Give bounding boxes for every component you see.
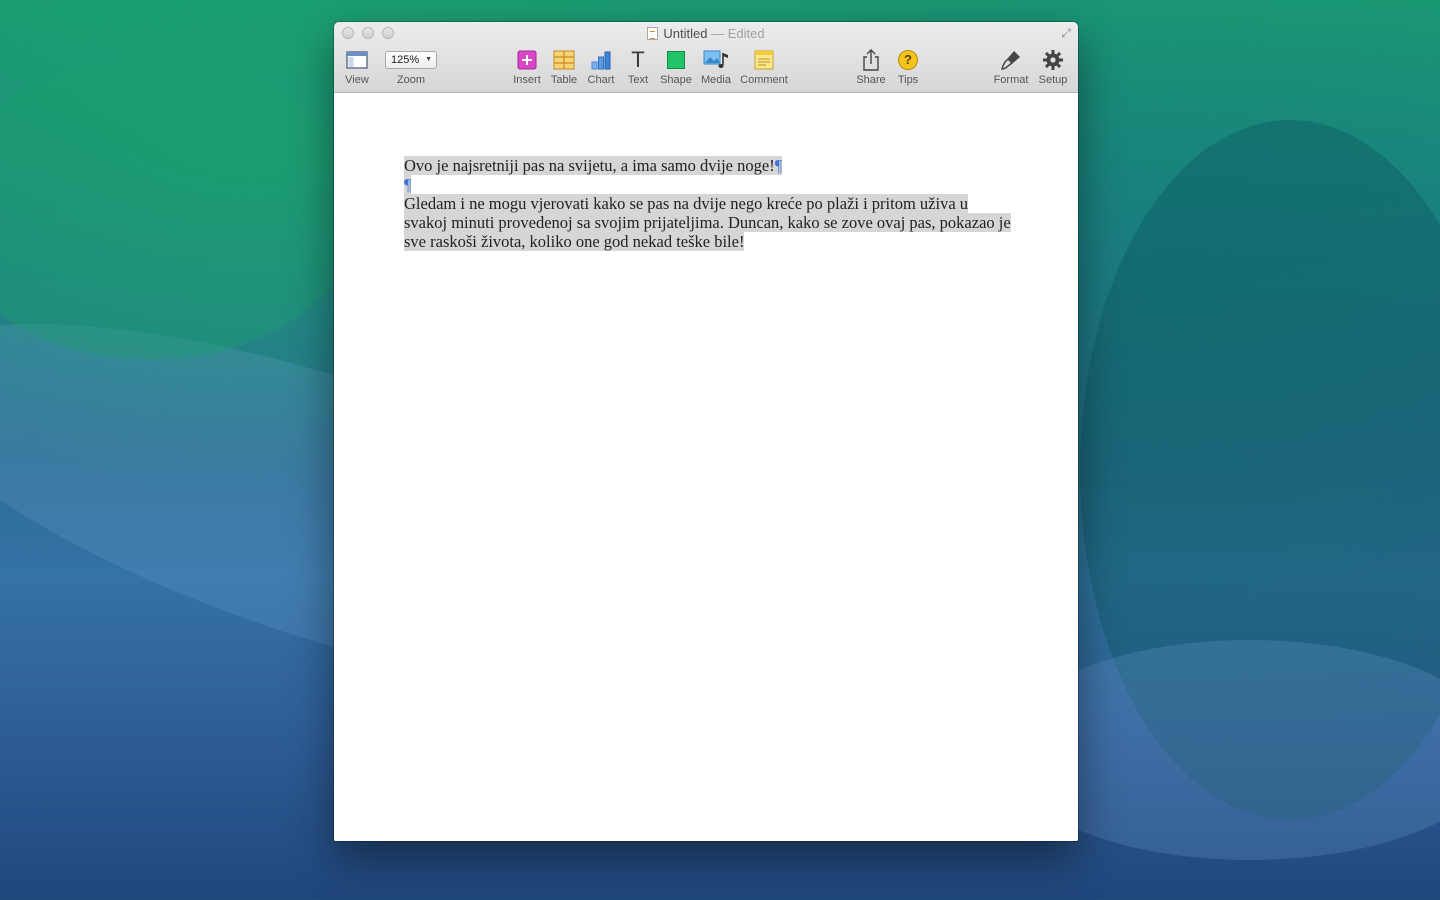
- share-label: Share: [856, 74, 886, 86]
- shape-button[interactable]: Shape: [660, 48, 692, 87]
- pilcrow-mark: ¶: [404, 175, 412, 194]
- media-button[interactable]: Media: [700, 48, 732, 87]
- window-title: Untitled — Edited: [334, 26, 1078, 41]
- text-icon: T: [631, 47, 645, 72]
- fullscreen-icon[interactable]: ⤢: [1059, 26, 1073, 40]
- pages-window: Untitled — Edited ⤢ View 125% ▼ Zoom Ins…: [334, 22, 1078, 841]
- table-button[interactable]: Table: [549, 48, 579, 87]
- document-icon: [647, 27, 659, 40]
- toolbar: Untitled — Edited ⤢ View 125% ▼ Zoom Ins…: [334, 22, 1078, 93]
- chart-label: Chart: [587, 74, 615, 86]
- title-separator: —: [711, 26, 725, 41]
- question-icon: ?: [898, 50, 918, 70]
- paragraph-2-text: Gledam i ne mogu vjerovati kako se pas n…: [404, 194, 1011, 251]
- format-button[interactable]: Format: [991, 48, 1031, 87]
- insert-icon: [517, 50, 537, 70]
- media-label: Media: [701, 74, 731, 86]
- empty-paragraph[interactable]: ¶: [404, 175, 1014, 194]
- table-icon: [553, 50, 575, 70]
- chart-icon: [591, 51, 611, 70]
- document-body[interactable]: Ovo je najsretniji pas na svijetu, a ima…: [404, 156, 1014, 251]
- paragraph-1[interactable]: Ovo je najsretniji pas na svijetu, a ima…: [404, 156, 1014, 175]
- paintbrush-icon: [1001, 51, 1020, 70]
- comment-label: Comment: [740, 74, 788, 86]
- insert-button[interactable]: Insert: [512, 48, 542, 87]
- setup-label: Setup: [1038, 74, 1068, 86]
- paragraph-2[interactable]: Gledam i ne mogu vjerovati kako se pas n…: [404, 194, 1014, 251]
- view-label: View: [345, 74, 369, 86]
- gear-icon: [1043, 50, 1063, 70]
- comment-button[interactable]: Comment: [738, 48, 790, 87]
- pilcrow-mark: ¶: [774, 156, 783, 175]
- title-text: Untitled: [663, 26, 708, 41]
- document-canvas[interactable]: Ovo je najsretniji pas na svijetu, a ima…: [334, 94, 1078, 841]
- table-label: Table: [550, 74, 578, 86]
- comment-icon: [754, 50, 774, 70]
- view-button[interactable]: View: [342, 48, 372, 87]
- zoom-select[interactable]: 125% ▼: [385, 51, 437, 69]
- text-button[interactable]: T Text: [623, 47, 653, 87]
- insert-label: Insert: [513, 74, 541, 86]
- share-button[interactable]: Share: [855, 48, 887, 87]
- zoom-label: Zoom: [396, 74, 426, 86]
- format-label: Format: [993, 74, 1029, 86]
- title-status: Edited: [727, 26, 765, 41]
- zoom-value: 125%: [391, 54, 420, 66]
- tips-glyph: ?: [904, 52, 912, 67]
- view-icon: [346, 51, 368, 69]
- zoom-control[interactable]: 125% ▼ Zoom: [385, 48, 437, 87]
- media-icon: [703, 50, 728, 68]
- chevron-down-icon: ▼: [425, 56, 432, 63]
- chart-button[interactable]: Chart: [586, 48, 616, 87]
- shape-label: Shape: [660, 74, 692, 86]
- tips-label: Tips: [897, 74, 919, 86]
- setup-button[interactable]: Setup: [1034, 48, 1072, 87]
- share-icon: [863, 49, 879, 71]
- text-label: Text: [627, 74, 649, 86]
- paragraph-1-text: Ovo je najsretniji pas na svijetu, a ima…: [404, 156, 775, 175]
- shape-icon: [667, 51, 685, 69]
- tips-button[interactable]: ? Tips: [893, 48, 923, 87]
